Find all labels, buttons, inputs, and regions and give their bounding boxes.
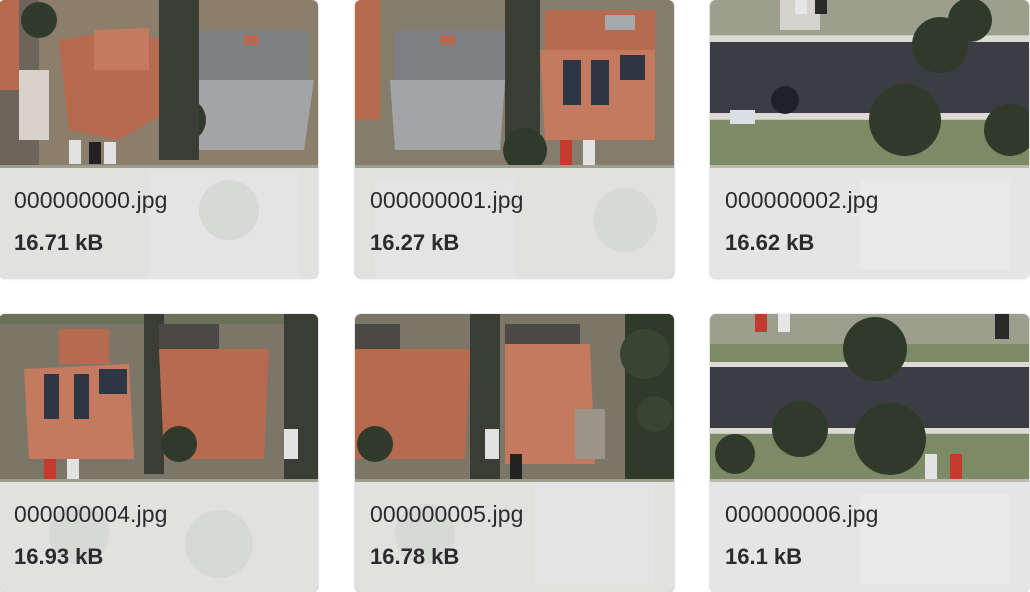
file-caption: 000000002.jpg 16.62 kB [710,168,1029,278]
file-size: 16.78 kB [370,544,460,569]
file-name: 000000002.jpg [725,187,879,213]
file-caption: 000000000.jpg 16.71 kB [0,168,318,278]
file-caption: 000000001.jpg 16.27 kB [355,168,674,278]
file-size: 16.71 kB [14,230,104,255]
file-name: 000000001.jpg [370,187,524,213]
file-card[interactable]: 000000002.jpg 16.62 kB [710,0,1029,278]
file-caption: 000000004.jpg 16.93 kB [0,482,318,592]
file-card[interactable]: 000000006.jpg 16.1 kB [710,314,1029,592]
file-card[interactable]: 000000005.jpg 16.78 kB [355,314,674,592]
file-card[interactable]: 000000004.jpg 16.93 kB [0,314,318,592]
file-size: 16.62 kB [725,230,815,255]
file-card[interactable]: 000000001.jpg 16.27 kB [355,0,674,278]
file-caption: 000000005.jpg 16.78 kB [355,482,674,592]
file-name: 000000006.jpg [725,501,879,527]
file-size: 16.93 kB [14,544,104,569]
file-size: 16.27 kB [370,230,460,255]
file-size: 16.1 kB [725,544,803,569]
file-name: 000000000.jpg [14,187,168,213]
file-card[interactable]: 000000000.jpg 16.71 kB [0,0,318,278]
file-name: 000000004.jpg [14,501,168,527]
file-caption: 000000006.jpg 16.1 kB [710,482,1029,592]
file-name: 000000005.jpg [370,501,524,527]
file-grid: 000000000.jpg 16.71 kB 000000001.jpg 16.… [0,0,1030,592]
